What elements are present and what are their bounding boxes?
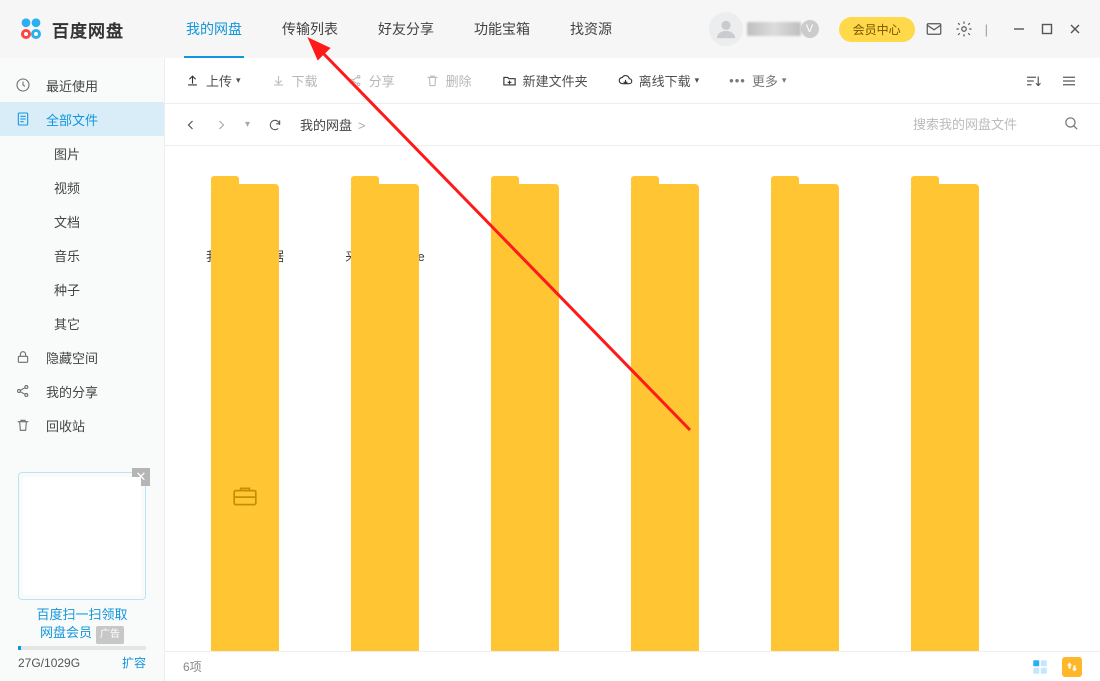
upload-icon [185,73,200,88]
new-folder-button[interactable]: 新建文件夹 [502,71,588,90]
offline-download-button[interactable]: 离线下载▾ [618,71,700,90]
expand-storage-link[interactable]: 扩容 [122,654,146,671]
sidebar-item-label: 最近使用 [46,76,98,95]
sidebar-item-hidden[interactable]: 隐藏空间 [0,340,164,374]
sidebar-item-myshare[interactable]: 我的分享 [0,374,164,408]
app-title: 百度网盘 [52,17,124,42]
path-nav: ▾ 我的网盘> [165,104,1100,146]
sidebar-item-label: 文档 [54,212,80,231]
file-item[interactable]: 来自：iPhone [335,176,435,265]
sidebar-item-label: 隐藏空间 [46,348,98,367]
vip-badge-icon: V [801,20,819,38]
trash-icon [14,416,32,434]
sidebar-item-label: 我的分享 [46,382,98,401]
ad-badge: 广告 [96,626,124,644]
logo-icon [16,14,46,44]
window-maximize-button[interactable] [1038,18,1056,40]
main-nav: 我的网盘 传输列表 好友分享 功能宝箱 找资源 [166,0,632,58]
sidebar-item-label: 音乐 [54,246,80,265]
transfer-status-button[interactable] [1062,657,1082,677]
settings-icon[interactable] [953,16,975,42]
user-account[interactable]: V [709,12,819,46]
share-icon [14,382,32,400]
storage-text: 27G/1029G [18,656,80,670]
sidebar-promo: ✕ 百度扫一扫领取 网盘会员广告 27G/1029G 扩容 [0,464,164,681]
user-name [747,22,801,36]
nav-tab-tools[interactable]: 功能宝箱 [454,0,550,58]
file-item[interactable]: CloudMusic [615,176,715,265]
delete-button[interactable]: 删除 [425,71,472,90]
nav-tab-transfer[interactable]: 传输列表 [262,0,358,58]
nav-tab-share[interactable]: 好友分享 [358,0,454,58]
new-folder-icon [502,73,517,88]
sort-button[interactable] [1022,68,1044,94]
sidebar-item-label: 图片 [54,144,80,163]
share2-icon [348,73,363,88]
forward-button[interactable] [215,119,227,131]
sidebar-item-docs[interactable]: 文档 [0,204,164,238]
sidebar-item-images[interactable]: 图片 [0,136,164,170]
sidebar-item-videos[interactable]: 视频 [0,170,164,204]
sidebar-item-recent[interactable]: 最近使用 [0,68,164,102]
window-close-button[interactable] [1066,18,1084,40]
header: 百度网盘 我的网盘 传输列表 好友分享 功能宝箱 找资源 V 会员中心 | [0,0,1100,58]
item-count: 6项 [183,658,202,675]
download-button[interactable]: 下载 [271,71,318,90]
sidebar: 最近使用 全部文件 图片 视频 文档 音乐 种子 其它 隐藏空间 我的分享 回收… [0,58,165,681]
back-button[interactable] [185,119,197,131]
breadcrumb[interactable]: 我的网盘> [300,115,372,134]
sidebar-item-label: 视频 [54,178,80,197]
app-logo: 百度网盘 [16,14,124,44]
sidebar-item-trash[interactable]: 回收站 [0,408,164,442]
download-icon [271,73,286,88]
nav-tab-mydisk[interactable]: 我的网盘 [166,0,262,58]
member-center-button[interactable]: 会员中心 [839,17,915,42]
sidebar-item-label: 其它 [54,314,80,333]
promo-text: 百度扫一扫领取 网盘会员广告 [8,606,156,644]
status-bar: 6项 [165,651,1100,681]
delete-icon [425,73,440,88]
refresh-button[interactable] [268,118,282,132]
file-item[interactable]: 我的资源 [755,176,855,265]
document-icon [14,110,32,128]
file-item[interactable]: 我的应用数据 [195,176,295,265]
list-view-button[interactable] [1058,68,1080,94]
toolbar: 上传▾ 下载 分享 删除 新建文件夹 离线下载▾ [165,58,1100,104]
search-icon[interactable] [1063,115,1080,135]
mail-icon[interactable] [923,16,945,42]
sidebar-item-label: 种子 [54,280,80,299]
sidebar-item-label: 全部文件 [46,110,98,129]
cloud-download-icon [618,73,633,88]
file-item[interactable]: 新建文件夹 [895,176,995,265]
file-item[interactable]: 测试123 [475,176,575,265]
history-dropdown-button[interactable]: ▾ [245,119,250,130]
briefcase-icon [232,485,258,507]
grid-view-toggle[interactable] [1030,657,1050,677]
divider-icon: | [983,18,990,41]
share-button[interactable]: 分享 [348,71,395,90]
nav-tab-resources[interactable]: 找资源 [550,0,632,58]
search-input[interactable] [911,116,1051,133]
file-grid: 我的应用数据来自：iPhone测试123CloudMusic我的资源新建文件夹上… [165,146,1100,651]
sidebar-item-music[interactable]: 音乐 [0,238,164,272]
sidebar-item-allfiles[interactable]: 全部文件 [0,102,164,136]
qr-code-icon [23,477,141,595]
window-minimize-button[interactable] [1010,18,1028,40]
lock-icon [14,348,32,366]
sidebar-item-other[interactable]: 其它 [0,306,164,340]
more-button[interactable]: •••更多▾ [729,71,786,90]
clock-icon [14,76,32,94]
sidebar-item-seeds[interactable]: 种子 [0,272,164,306]
upload-button[interactable]: 上传▾ [185,71,241,90]
avatar-icon [709,12,743,46]
main-panel: 上传▾ 下载 分享 删除 新建文件夹 离线下载▾ [165,58,1100,681]
sidebar-item-label: 回收站 [46,416,85,435]
